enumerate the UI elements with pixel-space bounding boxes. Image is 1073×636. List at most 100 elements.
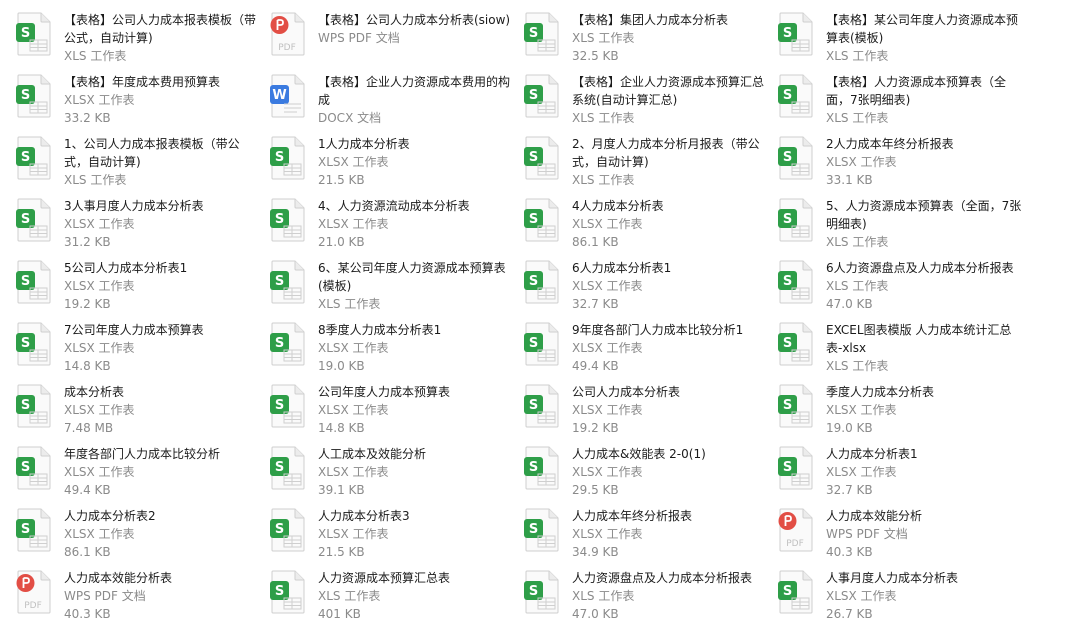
svg-text:S: S	[21, 336, 30, 351]
svg-text:S: S	[783, 26, 792, 41]
file-item[interactable]: PDF 人力成本效能分析表 WPS PDF 文档 40.3 KB	[16, 569, 266, 629]
file-item[interactable]: S 人力资源盘点及人力成本分析报表 XLS 工作表 47.0 KB	[524, 569, 774, 629]
file-meta: DOCX 文档	[318, 109, 516, 127]
file-name: 人工成本及效能分析	[318, 447, 427, 461]
file-meta: XLSX 工作表 31.2 KB	[64, 215, 262, 251]
file-meta: XLSX 工作表 14.8 KB	[64, 339, 262, 375]
file-item[interactable]: S 6人力资源盘点及人力成本分析报表 XLS 工作表 47.0 KB	[778, 259, 1028, 319]
file-meta: XLSX 工作表 19.0 KB	[826, 401, 1024, 437]
file-name: 6人力成本分析表1	[572, 261, 672, 275]
spreadsheet-file-icon: S	[524, 384, 560, 428]
file-meta: XLSX 工作表 34.9 KB	[572, 525, 770, 561]
file-item[interactable]: S 5、人力资源成本预算表（全面，7张明细表) XLS 工作表	[778, 197, 1028, 257]
file-meta: XLS 工作表	[64, 47, 262, 65]
file-size: 31.2 KB	[64, 235, 111, 249]
file-info: 6、某公司年度人力资源成本预算表(模板) XLS 工作表	[318, 259, 516, 313]
file-meta: XLSX 工作表 86.1 KB	[572, 215, 770, 251]
spreadsheet-file-icon: S	[778, 384, 814, 428]
file-item[interactable]: S EXCEL图表模版 人力成本统计汇总表-xlsx XLS 工作表	[778, 321, 1028, 381]
file-meta: XLSX 工作表 19.2 KB	[64, 277, 262, 313]
spreadsheet-file-icon: S	[524, 12, 560, 56]
file-item[interactable]: W 【表格】企业人力资源成本费用的构成 DOCX 文档	[270, 73, 520, 133]
file-type: XLS 工作表	[64, 49, 127, 63]
spreadsheet-file-icon: S	[778, 260, 814, 304]
file-item[interactable]: S 人事月度人力成本分析表 XLSX 工作表 26.7 KB	[778, 569, 1028, 629]
file-type: XLS 工作表	[64, 173, 127, 187]
svg-text:S: S	[783, 212, 792, 227]
file-item[interactable]: S 9年度各部门人力成本比较分析1 XLSX 工作表 49.4 KB	[524, 321, 774, 381]
file-item[interactable]: S 【表格】某公司年度人力资源成本预算表(模板) XLS 工作表	[778, 11, 1028, 71]
file-item[interactable]: S 公司人力成本分析表 XLSX 工作表 19.2 KB	[524, 383, 774, 443]
file-item[interactable]: S 2、月度人力成本分析月报表（带公式，自动计算) XLS 工作表	[524, 135, 774, 195]
file-item[interactable]: PDF 人力成本效能分析 WPS PDF 文档 40.3 KB	[778, 507, 1028, 567]
file-size: 26.7 KB	[826, 607, 873, 621]
spreadsheet-file-icon: S	[16, 136, 52, 180]
file-item[interactable]: S 人力资源成本预算汇总表 XLS 工作表 401 KB	[270, 569, 520, 629]
file-info: 【表格】集团人力成本分析表 XLS 工作表 32.5 KB	[572, 11, 770, 65]
file-item[interactable]: S 8季度人力成本分析表1 XLSX 工作表 19.0 KB	[270, 321, 520, 381]
file-item[interactable]: S 年度各部门人力成本比较分析 XLSX 工作表 49.4 KB	[16, 445, 266, 505]
file-item[interactable]: S 成本分析表 XLSX 工作表 7.48 MB	[16, 383, 266, 443]
file-item[interactable]: S 人力成本分析表1 XLSX 工作表 32.7 KB	[778, 445, 1028, 505]
file-name: 2人力成本年终分析报表	[826, 137, 954, 151]
file-name: EXCEL图表模版 人力成本统计汇总表-xlsx	[826, 323, 1012, 355]
file-item[interactable]: S 3人事月度人力成本分析表 XLSX 工作表 31.2 KB	[16, 197, 266, 257]
file-item[interactable]: S 7公司年度人力成本预算表 XLSX 工作表 14.8 KB	[16, 321, 266, 381]
file-size: 47.0 KB	[572, 607, 619, 621]
file-item[interactable]: S 公司年度人力成本预算表 XLSX 工作表 14.8 KB	[270, 383, 520, 443]
spreadsheet-file-icon: S	[16, 12, 52, 56]
file-item[interactable]: S 2人力成本年终分析报表 XLSX 工作表 33.1 KB	[778, 135, 1028, 195]
file-meta: WPS PDF 文档	[318, 29, 516, 47]
file-item[interactable]: S 人力成本年终分析报表 XLSX 工作表 34.9 KB	[524, 507, 774, 567]
svg-text:S: S	[275, 398, 284, 413]
file-item[interactable]: S 【表格】集团人力成本分析表 XLS 工作表 32.5 KB	[524, 11, 774, 71]
file-size: 49.4 KB	[572, 359, 619, 373]
file-item[interactable]: S 季度人力成本分析表 XLSX 工作表 19.0 KB	[778, 383, 1028, 443]
spreadsheet-file-icon: S	[778, 74, 814, 118]
file-name: 季度人力成本分析表	[826, 385, 935, 399]
file-item[interactable]: S 人工成本及效能分析 XLSX 工作表 39.1 KB	[270, 445, 520, 505]
file-item[interactable]: S 4、人力资源流动成本分析表 XLSX 工作表 21.0 KB	[270, 197, 520, 257]
file-item[interactable]: S 人力成本&效能表 2-0(1) XLSX 工作表 29.5 KB	[524, 445, 774, 505]
file-item[interactable]: S 6人力成本分析表1 XLSX 工作表 32.7 KB	[524, 259, 774, 319]
file-name: 公司人力成本分析表	[572, 385, 681, 399]
file-item[interactable]: S 【表格】年度成本费用预算表 XLSX 工作表 33.2 KB	[16, 73, 266, 133]
svg-text:S: S	[21, 88, 30, 103]
file-size: 32.7 KB	[826, 483, 873, 497]
file-type: XLSX 工作表	[64, 465, 135, 479]
file-type: WPS PDF 文档	[64, 589, 146, 603]
file-size: 34.9 KB	[572, 545, 619, 559]
file-info: 【表格】企业人力资源成本费用的构成 DOCX 文档	[318, 73, 516, 127]
file-item[interactable]: S 【表格】人力资源成本预算表（全面，7张明细表) XLS 工作表	[778, 73, 1028, 133]
spreadsheet-file-icon: S	[16, 384, 52, 428]
file-type: XLS 工作表	[826, 235, 889, 249]
file-item[interactable]: S 1人力成本分析表 XLSX 工作表 21.5 KB	[270, 135, 520, 195]
svg-text:S: S	[783, 336, 792, 351]
file-meta: XLSX 工作表 86.1 KB	[64, 525, 262, 561]
file-item[interactable]: S 人力成本分析表3 XLSX 工作表 21.5 KB	[270, 507, 520, 567]
spreadsheet-file-icon: S	[524, 508, 560, 552]
file-item[interactable]: S 【表格】企业人力资源成本预算汇总系统(自动计算汇总) XLS 工作表	[524, 73, 774, 133]
file-item[interactable]: S 6、某公司年度人力资源成本预算表(模板) XLS 工作表	[270, 259, 520, 319]
spreadsheet-file-icon: S	[270, 508, 306, 552]
file-info: 人力成本分析表3 XLSX 工作表 21.5 KB	[318, 507, 516, 561]
file-info: 人力成本分析表1 XLSX 工作表 32.7 KB	[826, 445, 1024, 499]
file-type: XLS 工作表	[826, 359, 889, 373]
file-item[interactable]: S 5公司人力成本分析表1 XLSX 工作表 19.2 KB	[16, 259, 266, 319]
file-item[interactable]: S 【表格】公司人力成本报表模板（带公式，自动计算) XLS 工作表	[16, 11, 266, 71]
spreadsheet-file-icon: S	[270, 198, 306, 242]
file-meta: XLSX 工作表 19.2 KB	[572, 401, 770, 437]
file-size: 14.8 KB	[318, 421, 365, 435]
file-meta: XLS 工作表	[64, 171, 262, 189]
file-info: 6人力资源盘点及人力成本分析报表 XLS 工作表 47.0 KB	[826, 259, 1024, 313]
svg-text:S: S	[783, 398, 792, 413]
file-info: 2人力成本年终分析报表 XLSX 工作表 33.1 KB	[826, 135, 1024, 189]
file-item[interactable]: S 1、公司人力成本报表模板（带公式，自动计算) XLS 工作表	[16, 135, 266, 195]
file-type: XLSX 工作表	[318, 217, 389, 231]
file-info: 【表格】公司人力成本报表模板（带公式，自动计算) XLS 工作表	[64, 11, 262, 65]
spreadsheet-file-icon: S	[778, 322, 814, 366]
file-item[interactable]: PDF 【表格】公司人力成本分析表(siow) WPS PDF 文档	[270, 11, 520, 71]
file-item[interactable]: S 人力成本分析表2 XLSX 工作表 86.1 KB	[16, 507, 266, 567]
file-type: DOCX 文档	[318, 111, 382, 125]
file-item[interactable]: S 4人力成本分析表 XLSX 工作表 86.1 KB	[524, 197, 774, 257]
